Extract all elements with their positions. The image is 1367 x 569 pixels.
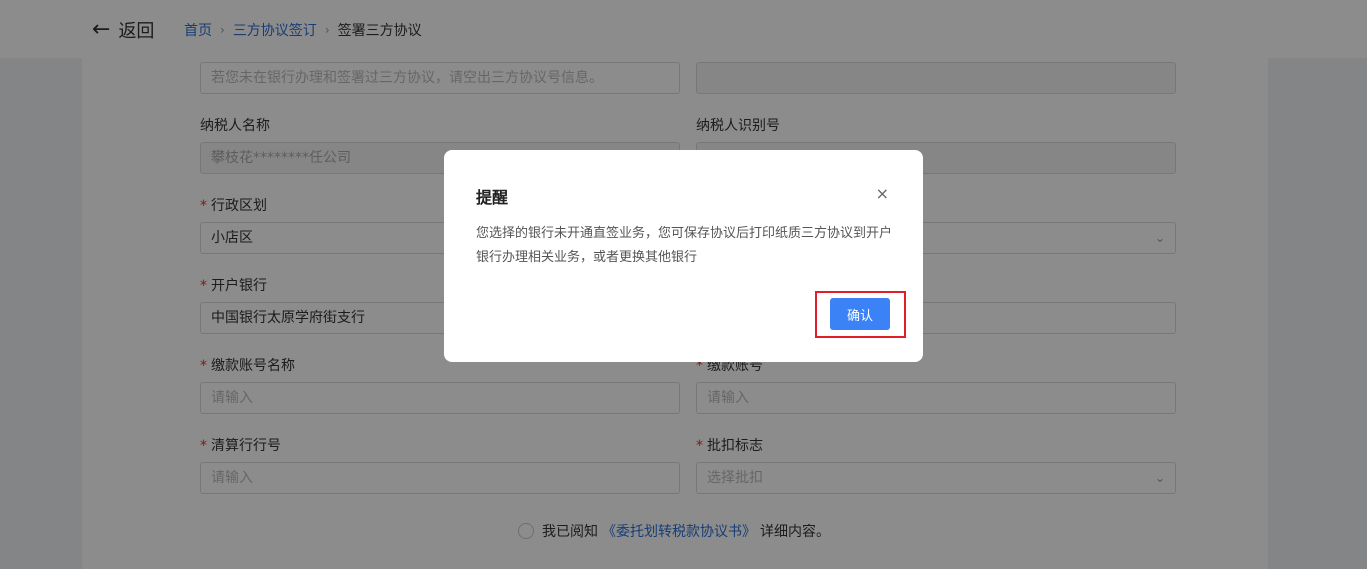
highlight-box (815, 291, 906, 338)
dialog-message: 您选择的银行未开通直签业务，您可保存协议后打印纸质三方协议到开户银行办理相关业务… (476, 226, 893, 265)
dialog-title: 提醒 (476, 188, 509, 207)
close-icon[interactable]: × (876, 184, 889, 204)
